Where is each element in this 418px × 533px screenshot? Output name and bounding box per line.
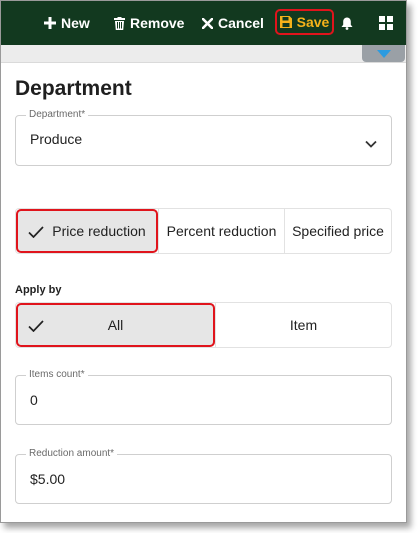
bell-icon xyxy=(341,17,353,30)
apply-by-selector: All Item xyxy=(15,302,392,348)
department-label: Department* xyxy=(26,109,89,120)
save-icon xyxy=(279,16,292,28)
option-label: Price reduction xyxy=(52,223,146,239)
trash-icon xyxy=(114,16,125,30)
reduction-amount-value: $5.00 xyxy=(30,471,66,487)
items-count-label: Items count* xyxy=(26,369,88,380)
app-window: New Remove Cancel Save Department Depart… xyxy=(0,0,407,523)
department-select[interactable]: Department* Produce xyxy=(15,109,392,166)
option-all[interactable]: All xyxy=(16,303,215,347)
apply-by-label: Apply by xyxy=(15,284,62,296)
option-item[interactable]: Item xyxy=(215,303,391,347)
new-label: New xyxy=(61,15,90,31)
reduction-type-selector: Price reduction Percent reduction Specif… xyxy=(15,208,392,254)
cancel-label: Cancel xyxy=(218,15,264,31)
apps-button[interactable] xyxy=(379,1,393,45)
department-value: Produce xyxy=(30,131,83,147)
page-title: Department xyxy=(15,77,132,100)
option-label: Specified price xyxy=(292,223,384,239)
sub-toolbar xyxy=(1,45,406,63)
cancel-button[interactable]: Cancel xyxy=(202,1,264,45)
save-button[interactable]: Save xyxy=(275,9,334,35)
plus-icon xyxy=(44,17,56,29)
remove-label: Remove xyxy=(130,15,185,31)
toolbar: New Remove Cancel Save xyxy=(1,1,406,45)
close-icon xyxy=(202,17,213,29)
save-label: Save xyxy=(296,14,330,30)
option-label: Item xyxy=(289,317,318,333)
items-count-value: 0 xyxy=(30,392,38,408)
remove-button[interactable]: Remove xyxy=(114,1,184,45)
check-icon xyxy=(28,319,44,335)
caret-down-icon xyxy=(376,45,391,63)
option-specified-price[interactable]: Specified price xyxy=(284,209,391,253)
reduction-amount-label: Reduction amount* xyxy=(26,448,118,459)
items-count-field[interactable]: Items count* 0 xyxy=(15,369,392,425)
notifications-button[interactable] xyxy=(341,1,353,45)
new-button[interactable]: New xyxy=(44,1,90,45)
check-icon xyxy=(28,225,44,241)
option-label: All xyxy=(107,317,124,333)
option-price-reduction[interactable]: Price reduction xyxy=(16,209,158,253)
collapse-button[interactable] xyxy=(362,45,405,62)
grid-icon xyxy=(379,16,393,30)
reduction-amount-field[interactable]: Reduction amount* $5.00 xyxy=(15,448,392,504)
option-percent-reduction[interactable]: Percent reduction xyxy=(158,209,284,253)
chevron-down-icon xyxy=(365,135,377,153)
option-label: Percent reduction xyxy=(166,223,277,239)
